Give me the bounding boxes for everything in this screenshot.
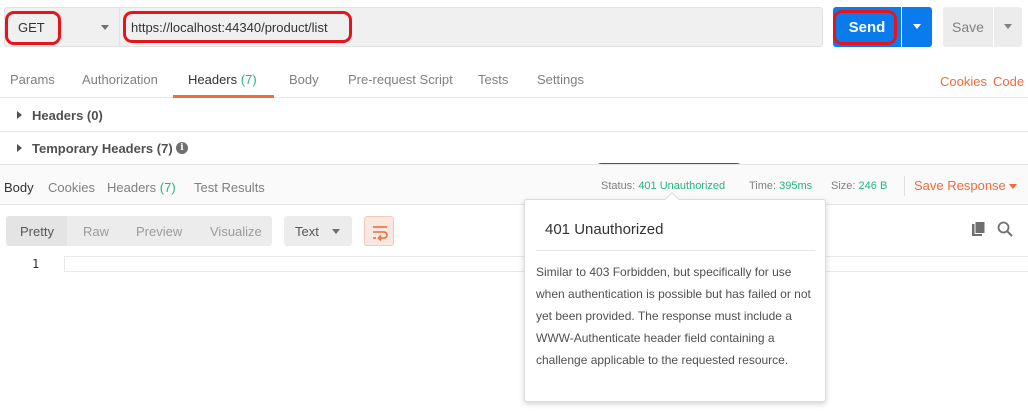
response-bar: Body Cookies Headers (7) Test Results St…	[0, 165, 1028, 205]
tab-params[interactable]: Params	[10, 72, 55, 87]
chevron-down-icon	[332, 229, 340, 234]
time-label: Time:	[749, 180, 777, 192]
headers-section[interactable]: Headers (0)	[0, 99, 1028, 132]
wrap-lines-button[interactable]	[364, 216, 394, 246]
response-tab-cookies[interactable]: Cookies	[48, 180, 95, 195]
wrap-lines-icon	[373, 226, 388, 242]
format-select-label: Text	[295, 224, 319, 239]
view-preview-button[interactable]: Preview	[136, 224, 182, 239]
size-meta[interactable]: Size: 246 B	[831, 180, 887, 192]
chevron-down-icon	[1004, 24, 1012, 29]
method-label: GET	[18, 20, 45, 35]
tab-headers-count: (7)	[240, 72, 257, 87]
tooltip-title: 401 Unauthorized	[545, 221, 664, 238]
view-mode-group: Pretty Raw Preview Visualize	[6, 216, 272, 246]
headers-section-title: Headers (0)	[32, 108, 103, 123]
temporary-headers-section[interactable]: Temporary Headers (7) i	[0, 132, 1028, 165]
tab-authorization[interactable]: Authorization	[82, 72, 158, 87]
active-tab-indicator	[173, 95, 274, 98]
view-raw-button[interactable]: Raw	[83, 224, 109, 239]
size-label: Size:	[831, 180, 856, 192]
save-options-button[interactable]	[994, 7, 1022, 47]
send-options-button[interactable]	[902, 7, 932, 47]
tab-headers[interactable]: Headers (7)	[188, 72, 257, 87]
tab-headers-label: Headers	[188, 72, 238, 87]
chevron-right-icon	[17, 144, 22, 152]
chevron-right-icon	[17, 111, 22, 119]
tab-body[interactable]: Body	[289, 72, 319, 87]
copy-icon[interactable]	[971, 221, 987, 237]
divider	[904, 176, 905, 196]
temporary-headers-title: Temporary Headers (7)	[32, 141, 173, 156]
request-bar: GET Send Save	[0, 0, 1028, 56]
status-label: Status:	[601, 180, 636, 192]
chevron-down-icon	[101, 25, 109, 30]
method-select[interactable]: GET	[4, 7, 120, 47]
response-tab-headers-count: (7)	[159, 180, 176, 195]
tab-settings[interactable]: Settings	[537, 72, 584, 87]
tab-prerequest-script[interactable]: Pre-request Script	[348, 72, 453, 87]
save-response-button[interactable]: Save Response	[914, 178, 1006, 193]
chevron-down-icon	[913, 24, 921, 29]
status-meta[interactable]: Status: 401 Unauthorized	[601, 180, 725, 192]
response-tab-body[interactable]: Body	[4, 180, 34, 195]
response-tab-headers[interactable]: Headers (7)	[107, 180, 176, 195]
status-value: 401 Unauthorized	[638, 180, 726, 192]
format-select[interactable]: Text	[284, 216, 352, 246]
cookies-link[interactable]: Cookies	[940, 74, 987, 89]
tab-tests[interactable]: Tests	[478, 72, 508, 87]
code-link[interactable]: Code	[993, 74, 1024, 89]
time-value: 395ms	[779, 180, 813, 192]
save-button[interactable]: Save	[943, 7, 993, 47]
view-visualize-button[interactable]: Visualize	[210, 224, 262, 239]
time-meta[interactable]: Time: 395ms	[749, 180, 812, 192]
search-icon[interactable]	[996, 220, 1014, 238]
size-value: 246 B	[858, 180, 888, 192]
chevron-down-icon[interactable]	[1009, 184, 1017, 189]
tooltip-divider	[536, 250, 815, 251]
request-tabs: Params Authorization Headers (7) Body Pr…	[0, 66, 1028, 98]
response-tab-headers-label: Headers	[107, 180, 157, 195]
view-pretty-button[interactable]: Pretty	[20, 224, 54, 239]
info-icon[interactable]: i	[176, 142, 188, 154]
line-number: 1	[32, 257, 40, 271]
send-button[interactable]: Send	[833, 7, 901, 47]
response-tab-test-results[interactable]: Test Results	[194, 180, 265, 195]
tooltip-description: Similar to 403 Forbidden, but specifical…	[536, 265, 811, 367]
url-input[interactable]	[120, 7, 823, 47]
status-tooltip: 401 Unauthorized Similar to 403 Forbidde…	[524, 191, 826, 402]
